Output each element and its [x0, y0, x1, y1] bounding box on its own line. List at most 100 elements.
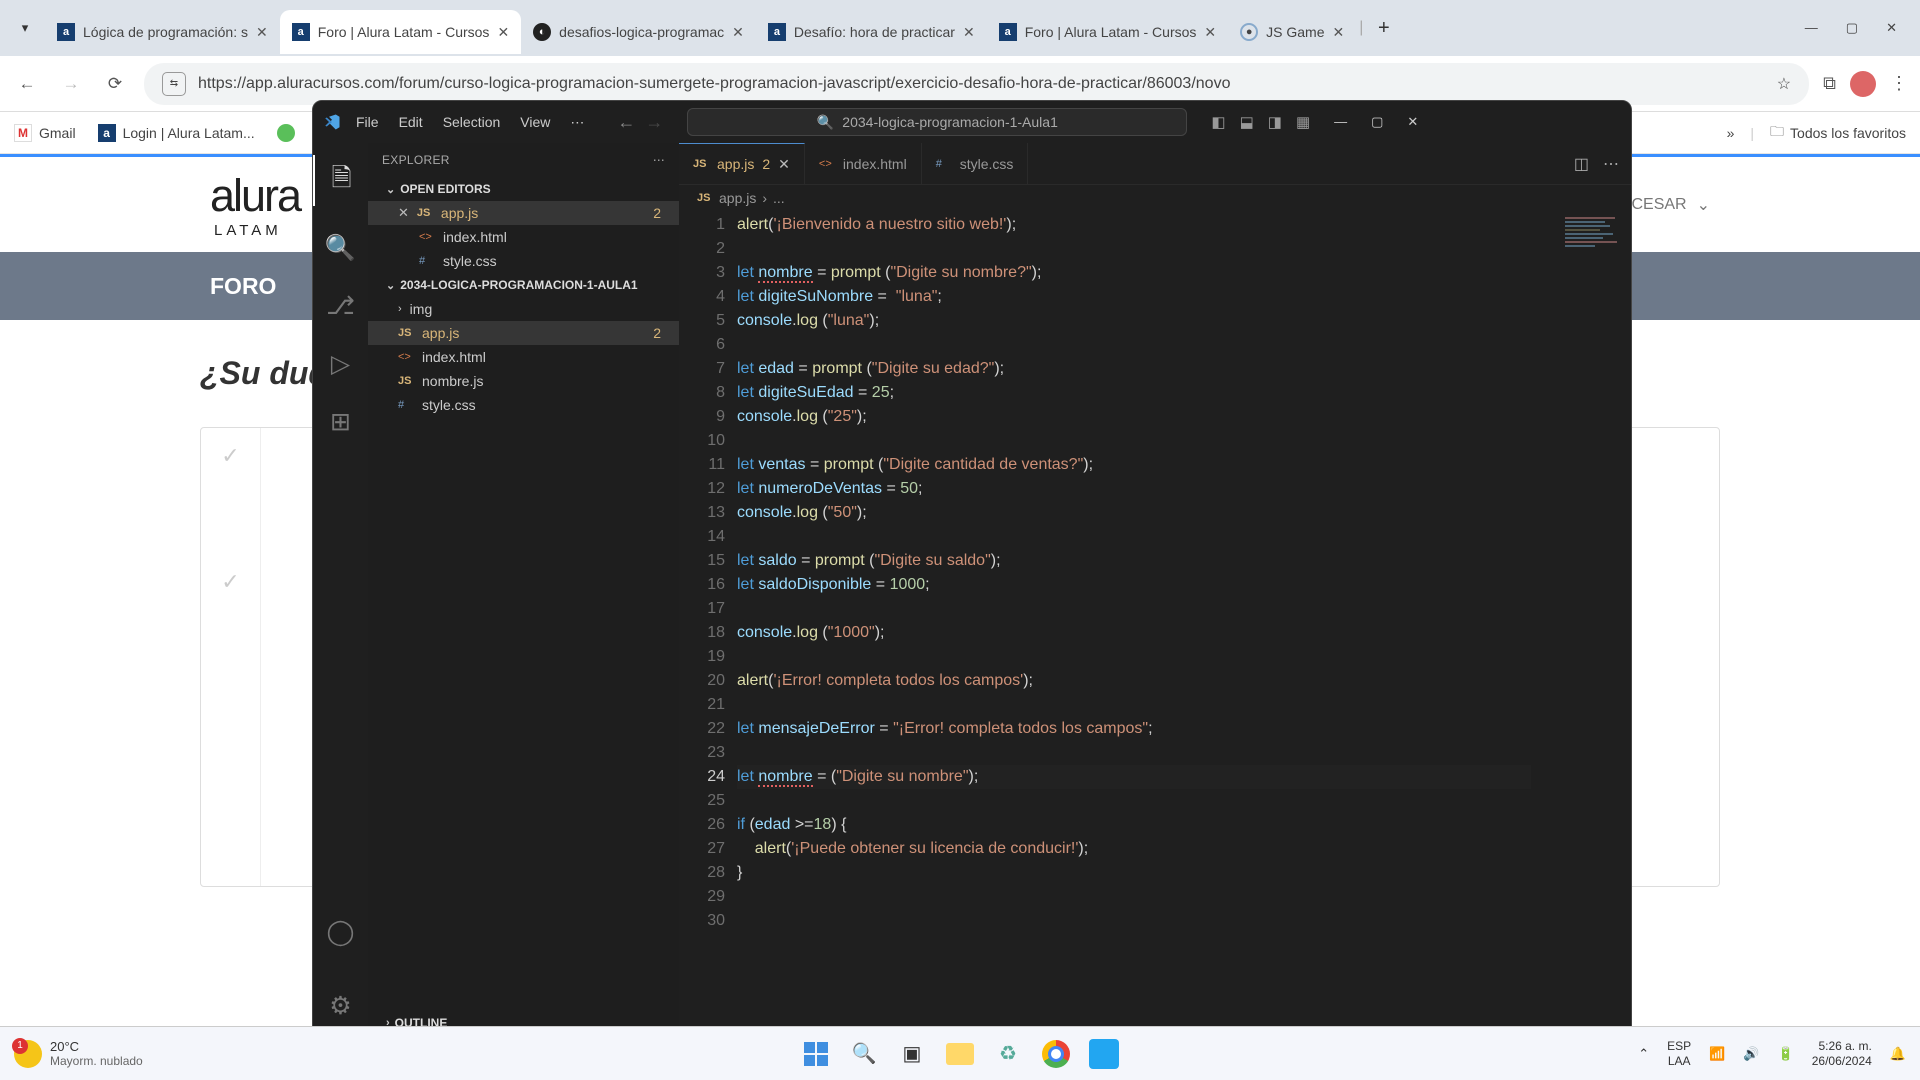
open-editor-item[interactable]: #style.css	[368, 249, 679, 273]
site-info-icon[interactable]: ⇆	[162, 72, 186, 96]
taskbar-search-icon[interactable]: 🔍	[847, 1037, 881, 1071]
url-input[interactable]: ⇆ https://app.aluracursos.com/forum/curs…	[144, 63, 1809, 105]
layout-right-icon[interactable]: ◨	[1268, 113, 1282, 131]
file-item[interactable]: JSapp.js2	[368, 321, 679, 345]
code-line[interactable]: let digiteSuEdad = 25;	[737, 381, 1531, 405]
browser-tab[interactable]: aForo | Alura Latam - Cursos✕	[280, 10, 521, 54]
code-line[interactable]	[737, 645, 1531, 669]
sidebar-more-icon[interactable]: ⋯	[653, 153, 665, 167]
activity-scm-icon[interactable]: ⎇	[326, 291, 355, 321]
activity-account-icon[interactable]: ◯	[327, 917, 355, 947]
browser-tab[interactable]: aForo | Alura Latam - Cursos✕	[987, 10, 1228, 54]
activity-search-icon[interactable]: 🔍	[325, 234, 356, 263]
vscode-maximize[interactable]: ▢	[1371, 114, 1383, 130]
browser-tab[interactable]: aLógica de programación: s✕	[45, 10, 280, 54]
language-indicator[interactable]: ESP LAA	[1667, 1039, 1691, 1069]
code-line[interactable]	[737, 429, 1531, 453]
all-favorites[interactable]: 🗀 Todos los favoritos	[1770, 121, 1906, 145]
close-icon[interactable]: ✕	[398, 205, 409, 221]
tab-close-icon[interactable]: ✕	[732, 24, 744, 41]
folder-item[interactable]: ›img	[368, 297, 679, 321]
tab-close-icon[interactable]: ✕	[256, 24, 268, 41]
file-item[interactable]: #style.css	[368, 393, 679, 417]
window-close[interactable]: ✕	[1886, 20, 1897, 36]
task-view-icon[interactable]: ▣	[895, 1037, 929, 1071]
extensions-icon[interactable]: ⧉	[1823, 73, 1836, 94]
bookmarks-overflow[interactable]: »	[1727, 125, 1735, 141]
code-line[interactable]: alert('¡Bienvenido a nuestro sitio web!'…	[737, 213, 1531, 237]
notifications-icon[interactable]: 🔔	[1890, 1046, 1906, 1062]
vscode-minimize[interactable]: —	[1334, 114, 1347, 130]
breadcrumb[interactable]: JS app.js › ...	[679, 185, 1631, 211]
code-line[interactable]: console.log ("1000");	[737, 621, 1531, 645]
code-line[interactable]	[737, 789, 1531, 813]
tab-close-icon[interactable]: ✕	[1333, 24, 1345, 41]
code-line[interactable]	[737, 525, 1531, 549]
vscode-close[interactable]: ✕	[1407, 114, 1418, 130]
code-line[interactable]: let numeroDeVentas = 50;	[737, 477, 1531, 501]
user-menu[interactable]: CESAR ⌄	[1631, 195, 1710, 215]
activity-extensions-icon[interactable]: ⊞	[330, 407, 351, 437]
editor-tab[interactable]: #style.css	[922, 143, 1029, 184]
battery-icon[interactable]: 🔋	[1778, 1046, 1794, 1062]
tab-list-dropdown[interactable]: ▾	[5, 8, 45, 48]
chrome-taskbar-icon[interactable]	[1039, 1037, 1073, 1071]
code-line[interactable]	[737, 597, 1531, 621]
menu-view[interactable]: View	[511, 110, 559, 135]
back-button[interactable]: ←	[12, 74, 42, 94]
taskbar-weather[interactable]: 20°C Mayorm. nublado	[14, 1039, 143, 1068]
code-line[interactable]: let mensajeDeError = "¡Error! completa t…	[737, 717, 1531, 741]
activity-explorer-icon[interactable]: 🗎	[313, 155, 368, 206]
menu-selection[interactable]: Selection	[434, 110, 510, 135]
code-line[interactable]: console.log ("luna");	[737, 309, 1531, 333]
new-tab-button[interactable]: +	[1366, 17, 1401, 40]
layout-left-icon[interactable]: ◧	[1211, 113, 1225, 131]
activity-settings-icon[interactable]: ⚙	[329, 991, 351, 1021]
window-minimize[interactable]: —	[1805, 20, 1818, 36]
code-line[interactable]	[737, 909, 1531, 933]
open-editor-item[interactable]: <>index.html	[368, 225, 679, 249]
editor-more-icon[interactable]: ⋯	[1603, 154, 1619, 174]
explorer-icon[interactable]	[943, 1037, 977, 1071]
file-item[interactable]: JSnombre.js	[368, 369, 679, 393]
profile-icon[interactable]	[1850, 71, 1876, 97]
command-center[interactable]: 🔍 2034-logica-programacion-1-Aula1	[687, 108, 1187, 136]
reload-button[interactable]: ⟳	[100, 74, 130, 94]
code-line[interactable]: let ventas = prompt ("Digite cantidad de…	[737, 453, 1531, 477]
bookmark-gmail[interactable]: M Gmail	[14, 124, 76, 142]
activity-debug-icon[interactable]: ▷	[331, 349, 350, 379]
browser-tab[interactable]: ●JS Game✕	[1228, 10, 1356, 54]
browser-tab[interactable]: aDesafío: hora de practicar✕	[756, 10, 987, 54]
code-line[interactable]: alert('¡Puede obtener su licencia de con…	[737, 837, 1531, 861]
start-button[interactable]	[799, 1037, 833, 1071]
layout-bottom-icon[interactable]: ⬓	[1240, 113, 1254, 131]
close-icon[interactable]: ✕	[778, 156, 790, 173]
open-editors-header[interactable]: ⌄OPEN EDITORS	[368, 177, 679, 201]
menu-more[interactable]: ⋯	[561, 110, 593, 135]
code-line[interactable]: let nombre = prompt ("Digite su nombre?"…	[737, 261, 1531, 285]
menu-icon[interactable]: ⋮	[1890, 73, 1908, 94]
window-maximize[interactable]: ▢	[1846, 20, 1858, 36]
editor-tab[interactable]: <>index.html	[805, 143, 922, 184]
tab-close-icon[interactable]: ✕	[497, 24, 509, 41]
menu-edit[interactable]: Edit	[390, 110, 432, 135]
code-line[interactable]: let edad = prompt ("Digite su edad?");	[737, 357, 1531, 381]
minimap[interactable]	[1531, 211, 1631, 1035]
tab-close-icon[interactable]: ✕	[963, 24, 975, 41]
tab-close-icon[interactable]: ✕	[1204, 24, 1216, 41]
open-editor-item[interactable]: ✕JSapp.js2	[368, 201, 679, 225]
alura-logo[interactable]: alura LATAM	[210, 170, 300, 239]
project-header[interactable]: ⌄2034-LOGICA-PROGRAMACION-1-AULA1	[368, 273, 679, 297]
bookmark-extra[interactable]	[277, 124, 295, 142]
code-line[interactable]: let nombre = ("Digite su nombre");	[737, 765, 1531, 789]
code-editor[interactable]: 1234567891011121314151617181920212223242…	[679, 211, 1631, 1035]
forward-button[interactable]: →	[56, 74, 86, 94]
wifi-icon[interactable]: 📶	[1709, 1046, 1725, 1062]
nav-forward-icon[interactable]: →	[645, 112, 663, 133]
file-item[interactable]: <>index.html	[368, 345, 679, 369]
code-line[interactable]: console.log ("25");	[737, 405, 1531, 429]
code-line[interactable]: let saldo = prompt ("Digite su saldo");	[737, 549, 1531, 573]
menu-file[interactable]: File	[347, 110, 388, 135]
editor-tab[interactable]: JSapp.js2✕	[679, 143, 805, 184]
code-line[interactable]: let saldoDisponible = 1000;	[737, 573, 1531, 597]
